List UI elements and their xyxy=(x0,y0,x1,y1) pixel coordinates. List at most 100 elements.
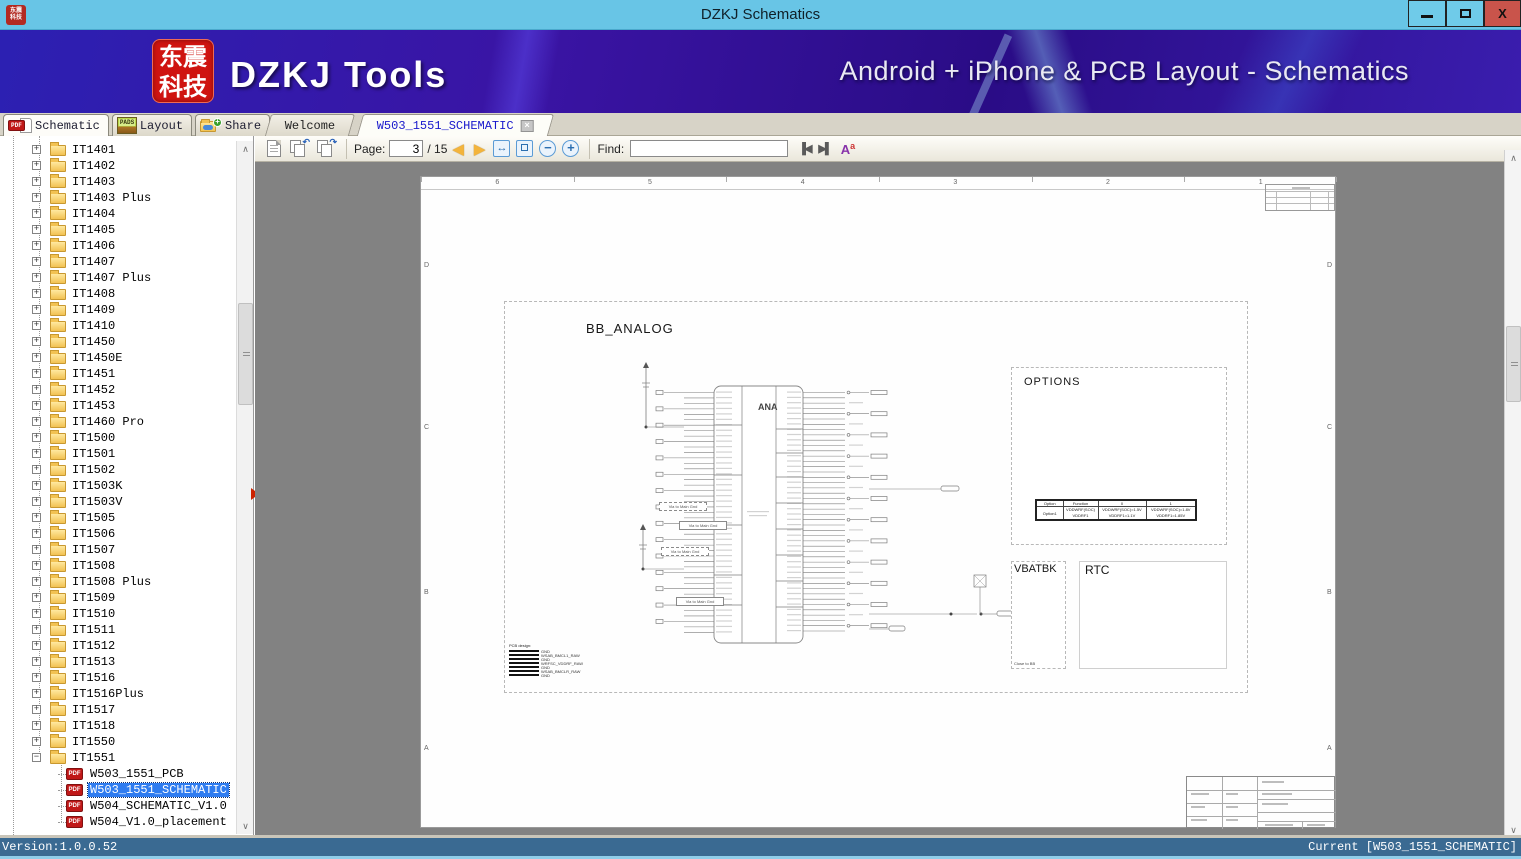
folder-label[interactable]: IT1503V xyxy=(70,495,124,509)
tab-share[interactable]: + Share xyxy=(195,114,271,136)
single-page-view-icon[interactable] xyxy=(267,140,281,157)
expand-icon[interactable]: + xyxy=(32,385,41,394)
scroll-up-icon[interactable]: ∧ xyxy=(1505,150,1521,166)
expand-icon[interactable]: + xyxy=(32,177,41,186)
find-previous-icon[interactable]: ▐◀ xyxy=(798,142,812,155)
file-label[interactable]: W503_1551_PCB xyxy=(88,767,186,781)
folder-label[interactable]: IT1516Plus xyxy=(70,687,146,701)
page-number-input[interactable] xyxy=(389,140,424,157)
expand-icon[interactable]: + xyxy=(32,641,41,650)
folder-label[interactable]: IT1452 xyxy=(70,383,117,397)
expand-icon[interactable]: + xyxy=(32,273,41,282)
collapse-icon[interactable]: − xyxy=(32,753,41,762)
document-tab-w503_1551_schematic[interactable]: W503_1551_SCHEMATIC × xyxy=(357,114,555,136)
zoom-out-icon[interactable]: − xyxy=(539,140,557,157)
expand-icon[interactable]: + xyxy=(32,689,41,698)
expand-icon[interactable]: + xyxy=(32,321,41,330)
document-tab-welcome[interactable]: Welcome xyxy=(264,114,356,136)
expand-icon[interactable]: + xyxy=(32,481,41,490)
expand-icon[interactable]: + xyxy=(32,433,41,442)
folder-label[interactable]: IT1508 Plus xyxy=(70,575,153,589)
folder-label[interactable]: IT1450E xyxy=(70,351,124,365)
expand-icon[interactable]: + xyxy=(32,561,41,570)
tab-layout[interactable]: PADS Layout xyxy=(111,114,193,136)
folder-label[interactable]: IT1551 xyxy=(70,751,117,765)
folder-label[interactable]: IT1516 xyxy=(70,671,117,685)
expand-icon[interactable]: + xyxy=(32,305,41,314)
main-scrollbar[interactable]: ∧ ∨ xyxy=(1504,150,1521,838)
main-scrollbar-thumb[interactable] xyxy=(1506,326,1521,402)
close-button[interactable]: X xyxy=(1484,0,1521,27)
fit-page-icon[interactable] xyxy=(516,140,534,157)
folder-label[interactable]: IT1410 xyxy=(70,319,117,333)
maximize-button[interactable] xyxy=(1446,0,1484,27)
folder-label[interactable]: IT1517 xyxy=(70,703,117,717)
expand-icon[interactable]: + xyxy=(32,193,41,202)
expand-icon[interactable]: + xyxy=(32,241,41,250)
folder-label[interactable]: IT1503K xyxy=(70,479,124,493)
folder-label[interactable]: IT1406 xyxy=(70,239,117,253)
folder-label[interactable]: IT1403 xyxy=(70,175,117,189)
expand-icon[interactable]: + xyxy=(32,705,41,714)
expand-icon[interactable]: + xyxy=(32,337,41,346)
file-label[interactable]: W503_1551_SCHEMATIC xyxy=(87,782,230,798)
expand-icon[interactable]: + xyxy=(32,609,41,618)
folder-label[interactable]: IT1453 xyxy=(70,399,117,413)
next-page-icon[interactable]: ▶ xyxy=(474,140,486,158)
scroll-up-icon[interactable]: ∧ xyxy=(237,141,253,157)
sidebar-scrollbar-thumb[interactable] xyxy=(238,303,253,405)
folder-label[interactable]: IT1500 xyxy=(70,431,117,445)
folder-label[interactable]: IT1405 xyxy=(70,223,117,237)
expand-icon[interactable]: + xyxy=(32,529,41,538)
folder-label[interactable]: IT1509 xyxy=(70,591,117,605)
fit-width-icon[interactable]: ↔ xyxy=(493,140,511,157)
scroll-down-icon[interactable]: ∨ xyxy=(237,818,253,834)
folder-label[interactable]: IT1505 xyxy=(70,511,117,525)
find-input[interactable] xyxy=(630,140,789,157)
folder-label[interactable]: IT1502 xyxy=(70,463,117,477)
folder-label[interactable]: IT1512 xyxy=(70,639,117,653)
expand-icon[interactable]: + xyxy=(32,225,41,234)
expand-icon[interactable]: + xyxy=(32,737,41,746)
folder-label[interactable]: IT1510 xyxy=(70,607,117,621)
folder-label[interactable]: IT1401 xyxy=(70,143,117,157)
rotate-right-icon[interactable]: ↷ xyxy=(316,137,337,157)
expand-icon[interactable]: + xyxy=(32,577,41,586)
expand-icon[interactable]: + xyxy=(32,417,41,426)
find-next-icon[interactable]: ▶▌ xyxy=(818,142,832,155)
folder-label[interactable]: IT1506 xyxy=(70,527,117,541)
expand-icon[interactable]: + xyxy=(32,545,41,554)
expand-icon[interactable]: + xyxy=(32,465,41,474)
folder-label[interactable]: IT1507 xyxy=(70,543,117,557)
previous-page-icon[interactable]: ◀ xyxy=(452,140,464,158)
close-tab-icon[interactable]: × xyxy=(521,119,535,132)
folder-label[interactable]: IT1508 xyxy=(70,559,117,573)
expand-icon[interactable]: + xyxy=(32,289,41,298)
expand-icon[interactable]: + xyxy=(32,721,41,730)
folder-label[interactable]: IT1407 Plus xyxy=(70,271,153,285)
expand-icon[interactable]: + xyxy=(32,145,41,154)
folder-label[interactable]: IT1501 xyxy=(70,447,117,461)
folder-label[interactable]: IT1518 xyxy=(70,719,117,733)
expand-icon[interactable]: + xyxy=(32,449,41,458)
folder-label[interactable]: IT1404 xyxy=(70,207,117,221)
expand-icon[interactable]: + xyxy=(32,673,41,682)
match-case-icon[interactable]: Aa xyxy=(841,141,855,157)
folder-label[interactable]: IT1460 Pro xyxy=(70,415,146,429)
tab-schematic[interactable]: PDF Schematic xyxy=(3,114,109,136)
folder-label[interactable]: IT1513 xyxy=(70,655,117,669)
expand-icon[interactable]: + xyxy=(32,369,41,378)
minimize-button[interactable] xyxy=(1408,0,1446,27)
expand-icon[interactable]: + xyxy=(32,593,41,602)
expand-icon[interactable]: + xyxy=(32,401,41,410)
folder-label[interactable]: IT1408 xyxy=(70,287,117,301)
rotate-left-icon[interactable]: ↶ xyxy=(289,137,310,157)
folder-label[interactable]: IT1451 xyxy=(70,367,117,381)
expand-icon[interactable]: + xyxy=(32,257,41,266)
folder-label[interactable]: IT1402 xyxy=(70,159,117,173)
expand-icon[interactable]: + xyxy=(32,161,41,170)
expand-icon[interactable]: + xyxy=(32,209,41,218)
expand-icon[interactable]: + xyxy=(32,513,41,522)
folder-label[interactable]: IT1450 xyxy=(70,335,117,349)
folder-label[interactable]: IT1511 xyxy=(70,623,117,637)
